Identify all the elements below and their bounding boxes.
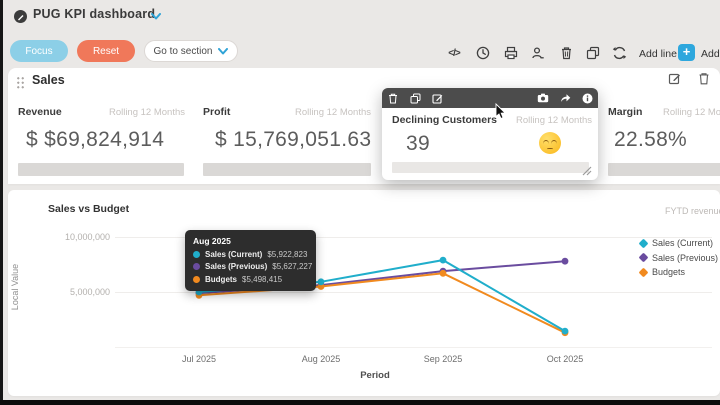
line-chart-plot[interactable] <box>8 190 720 396</box>
widget-toolbar <box>382 88 598 108</box>
x-axis-label: Period <box>360 370 390 381</box>
copy-icon[interactable] <box>585 45 601 61</box>
camera-icon[interactable] <box>532 88 554 108</box>
kpi-bar-margin <box>608 163 720 176</box>
kpi-label-profit: Profit <box>203 106 231 118</box>
tooltip-row: Sales (Previous) $5,627,227 <box>193 262 312 271</box>
legend-item[interactable]: Sales (Previous) <box>638 252 719 263</box>
tooltip-series-name: Sales (Current) <box>205 249 263 259</box>
page-title: PUG KPI dashboard <box>33 7 156 21</box>
kpi-bar-declining-customers <box>392 162 589 173</box>
tooltip-series-value: $5,498,415 <box>242 274 283 284</box>
kpi-value-margin: 22.58% <box>614 128 688 151</box>
legend-label: Budgets <box>652 267 686 277</box>
tooltip-series-dot <box>193 275 200 283</box>
x-tick-label: Oct 2025 <box>546 354 584 364</box>
focus-button[interactable]: Focus <box>10 40 68 62</box>
x-tick-label: Jul 2025 <box>181 354 217 364</box>
tooltip-row: Budgets $5,498,415 <box>193 275 308 284</box>
data-point[interactable] <box>561 257 569 265</box>
kpi-label-margin: Margin <box>608 106 643 118</box>
kpi-value-declining-customers: 39 <box>406 132 430 155</box>
tooltip-series-name: Sales (Previous) <box>205 262 268 271</box>
data-point[interactable] <box>317 278 325 286</box>
screen-edge-bottom <box>0 400 720 405</box>
add-widget-button[interactable]: Add widget <box>701 48 720 60</box>
chevron-down-icon[interactable] <box>151 13 161 20</box>
legend-marker-icon <box>638 267 649 277</box>
share-icon[interactable] <box>554 88 576 108</box>
clock-icon[interactable] <box>475 45 491 61</box>
mouse-cursor <box>495 103 507 120</box>
chart-legend: Sales (Current) Sales (Previous) Budgets <box>638 238 719 277</box>
kpi-period-margin: Rolling 12 Months <box>663 107 720 118</box>
pensive-face-emoji <box>539 132 561 154</box>
tooltip-row: Sales (Current) $5,922,823 <box>193 250 308 259</box>
go-to-section-label: Go to section <box>153 45 213 57</box>
drag-handle-icon[interactable] <box>16 76 25 89</box>
x-tick-label: Sep 2025 <box>423 354 463 364</box>
kpi-dashboard-screen: { "topbar": { "title": "PUG KPI dashboar… <box>0 0 720 405</box>
legend-item[interactable]: Sales (Current) <box>638 238 718 248</box>
reset-button[interactable]: Reset <box>77 40 135 62</box>
data-point[interactable] <box>561 327 569 335</box>
add-line-plus-button[interactable]: + <box>678 44 695 61</box>
delete-section-icon[interactable] <box>698 72 710 90</box>
chevron-down-icon <box>218 47 229 54</box>
tooltip-series-value: $5,922,823 <box>267 249 308 259</box>
kpi-value-profit: $ 15,769,051.63 <box>215 128 372 151</box>
kpi-period-revenue: Rolling 12 Months <box>108 107 185 118</box>
trash-icon[interactable] <box>558 45 574 61</box>
dashboard-icon <box>14 10 27 23</box>
resize-handle[interactable] <box>580 166 592 176</box>
screen-edge-left <box>0 0 3 405</box>
kpi-period-declining-customers: Rolling 12 Months <box>515 115 592 126</box>
legend-item[interactable]: Budgets <box>638 267 718 277</box>
tooltip-series-dot <box>193 263 200 270</box>
tooltip-series-value: $5,627,227 <box>272 262 313 271</box>
tooltip-series-dot <box>193 250 200 258</box>
print-icon[interactable] <box>503 45 519 61</box>
kpi-bar-revenue <box>18 163 184 176</box>
declining-customers-card[interactable]: Declining Customers Rolling 12 Months 39 <box>382 88 598 180</box>
delete-widget-icon[interactable] <box>382 88 404 108</box>
copy-widget-icon[interactable] <box>404 88 426 108</box>
kpi-label-revenue: Revenue <box>18 106 62 118</box>
user-icon[interactable] <box>530 45 546 61</box>
go-to-section-dropdown[interactable]: Go to section <box>144 40 238 62</box>
x-tick-label: Aug 2025 <box>301 354 341 364</box>
edit-widget-icon[interactable] <box>426 88 448 108</box>
kpi-label-declining-customers: Declining Customers <box>392 114 498 126</box>
refresh-icon[interactable] <box>611 45 627 61</box>
edit-section-icon[interactable] <box>668 72 681 90</box>
kpi-value-revenue: $ $69,824,914 <box>26 128 165 151</box>
kpi-bar-profit <box>203 163 371 176</box>
chart-tooltip: Aug 2025 Sales (Current) $5,922,823 Sales … <box>185 230 316 291</box>
tooltip-series-name: Budgets <box>205 274 237 284</box>
code-icon[interactable]: </> <box>446 45 462 61</box>
sales-vs-budget-chart-card: Sales vs Budget FYTD revenue Local Value… <box>8 190 720 396</box>
add-line-label: Add line <box>639 48 677 60</box>
legend-marker-icon <box>638 238 649 248</box>
legend-label: Sales (Current) <box>652 238 714 248</box>
legend-marker-icon <box>638 252 649 263</box>
tooltip-title: Aug 2025 <box>193 236 231 246</box>
kpi-period-profit: Rolling 12 Months <box>294 107 371 118</box>
info-icon[interactable] <box>576 88 598 108</box>
legend-label: Sales (Previous) <box>652 252 719 263</box>
section-title: Sales <box>32 73 65 87</box>
data-point[interactable] <box>439 269 447 277</box>
data-point[interactable] <box>439 256 447 264</box>
